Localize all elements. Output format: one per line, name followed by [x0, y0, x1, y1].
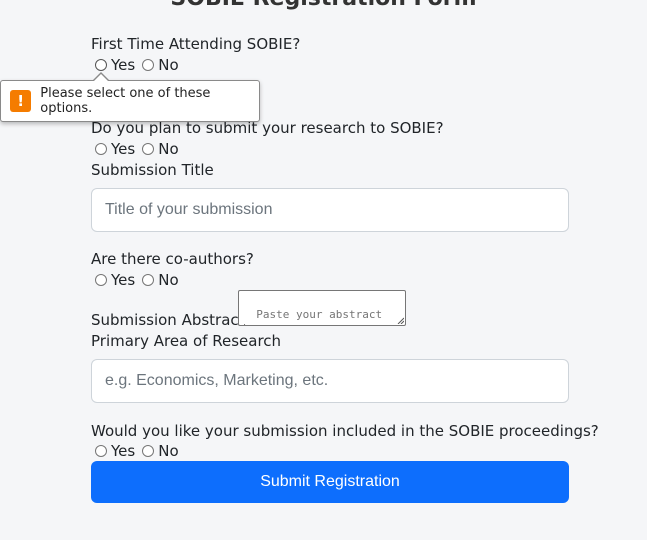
first-time-no-option[interactable]: No — [142, 56, 179, 74]
coauthors-no-radio[interactable] — [142, 274, 155, 286]
coauthors-radio-group: Yes No — [95, 271, 186, 289]
proceedings-yes-option[interactable]: Yes — [95, 442, 135, 460]
form-title: SOBIE Registration Form — [0, 0, 647, 11]
submit-research-yes-radio[interactable] — [95, 143, 107, 155]
first-time-label: First Time Attending SOBIE? — [91, 35, 301, 53]
abstract-placeholder: Paste your abstract here... — [243, 308, 383, 325]
submit-research-radio-group: Yes No — [95, 140, 186, 158]
proceedings-no-radio[interactable] — [142, 445, 155, 457]
submit-research-no-option[interactable]: No — [142, 140, 179, 158]
proceedings-radio-group: Yes No — [95, 442, 186, 460]
first-time-no-label: No — [158, 56, 179, 74]
abstract-textarea[interactable]: Paste your abstract here... — [238, 290, 406, 326]
submit-research-no-label: No — [158, 140, 179, 158]
submit-registration-button[interactable]: Submit Registration — [91, 461, 569, 503]
validation-tooltip: ! Please select one of these options. — [0, 72, 260, 122]
coauthors-yes-label: Yes — [111, 271, 136, 289]
primary-area-label: Primary Area of Research — [91, 332, 282, 350]
submission-title-label: Submission Title — [91, 161, 214, 179]
tooltip-arrow-fill — [93, 74, 109, 82]
proceedings-yes-label: Yes — [111, 442, 136, 460]
first-time-yes-label: Yes — [111, 56, 136, 74]
primary-area-input[interactable]: e.g. Economics, Marketing, etc. — [91, 359, 569, 403]
proceedings-label: Would you like your submission included … — [91, 422, 599, 440]
resize-grip-icon[interactable] — [397, 317, 404, 324]
submission-title-input[interactable]: Title of your submission — [91, 188, 569, 232]
coauthors-no-label: No — [158, 271, 179, 289]
exclamation-icon: ! — [10, 90, 32, 112]
validation-message: Please select one of these options. — [40, 86, 211, 116]
first-time-yes-radio[interactable] — [95, 59, 107, 71]
coauthors-label: Are there co-authors? — [91, 250, 254, 268]
abstract-label: Submission Abstract — [91, 311, 245, 329]
proceedings-yes-radio[interactable] — [95, 445, 107, 457]
coauthors-no-option[interactable]: No — [142, 271, 179, 289]
proceedings-no-label: No — [158, 442, 179, 460]
proceedings-no-option[interactable]: No — [142, 442, 179, 460]
coauthors-yes-radio[interactable] — [95, 274, 107, 286]
first-time-no-radio[interactable] — [142, 59, 155, 71]
submit-research-no-radio[interactable] — [142, 143, 155, 155]
submit-research-yes-option[interactable]: Yes — [95, 140, 135, 158]
submit-research-yes-label: Yes — [111, 140, 136, 158]
coauthors-yes-option[interactable]: Yes — [95, 271, 135, 289]
